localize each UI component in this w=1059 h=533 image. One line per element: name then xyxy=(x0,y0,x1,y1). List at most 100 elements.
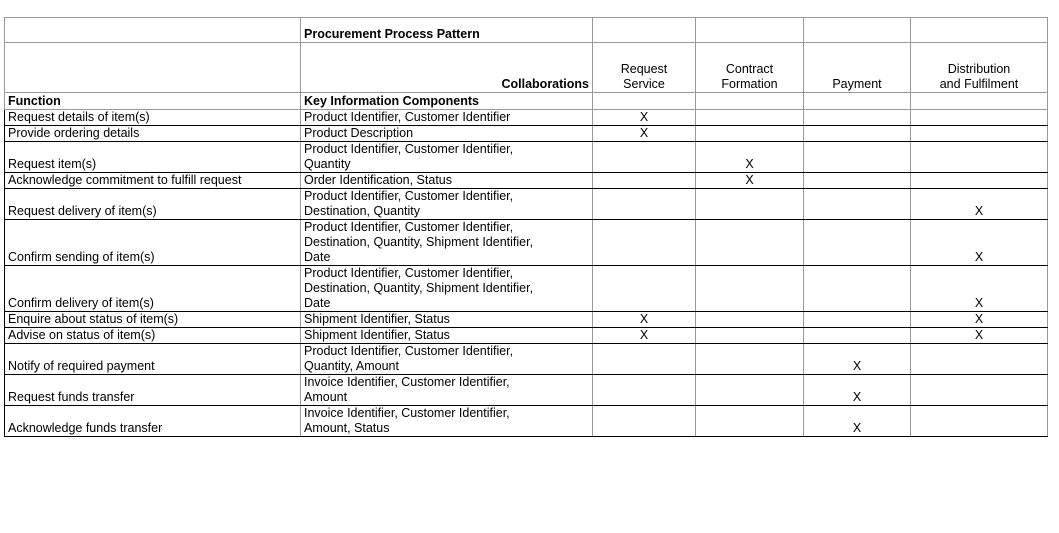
components-line: Product Identifier, Customer Identifier, xyxy=(304,220,514,235)
table-row: Request funds transfer Invoice Identifier… xyxy=(4,374,1048,406)
table-row: Request details of item(s) Product Identi… xyxy=(4,109,1048,126)
components-cell: Shipment Identifier, Status xyxy=(300,327,593,344)
mark-cell-request_service xyxy=(592,374,696,406)
components-line: Invoice Identifier, Customer Identifier, xyxy=(304,375,510,390)
mark-cell-distribution xyxy=(910,374,1048,406)
mark-cell-distribution xyxy=(910,125,1048,142)
components-line: Date xyxy=(304,250,331,264)
function-cell: Request item(s) xyxy=(4,141,301,173)
column-header-line: Formation xyxy=(721,77,778,91)
table-row: Request item(s) Product Identifier, Custo… xyxy=(4,141,1048,173)
mark-cell-distribution: X xyxy=(910,219,1048,266)
spreadsheet: Procurement Process Pattern Collaboratio… xyxy=(0,0,1059,533)
column-header-request_service: Request Service xyxy=(592,42,696,93)
table-row: Confirm sending of item(s) Product Identi… xyxy=(4,219,1048,266)
mark-cell-payment: X xyxy=(803,343,911,375)
table-row: Request delivery of item(s) Product Ident… xyxy=(4,188,1048,220)
function-cell: Provide ordering details xyxy=(4,125,301,142)
function-cell: Notify of required payment xyxy=(4,343,301,375)
mark-cell-request_service xyxy=(592,343,696,375)
components-cell: Invoice Identifier, Customer Identifier,… xyxy=(300,374,593,406)
blank-cell xyxy=(695,92,804,110)
mark-cell-contract_formation xyxy=(695,374,804,406)
components-cell: Product Identifier, Customer Identifier xyxy=(300,109,593,126)
mark-cell-payment xyxy=(803,219,911,266)
components-cell: Product Identifier, Customer Identifier,… xyxy=(300,265,593,312)
blank-cell xyxy=(4,42,301,93)
mark-cell-contract_formation xyxy=(695,219,804,266)
mark-cell-contract_formation: X xyxy=(695,172,804,189)
table-row: Notify of required payment Product Identi… xyxy=(4,343,1048,375)
mark-cell-contract_formation xyxy=(695,405,804,437)
mark-cell-contract_formation xyxy=(695,109,804,126)
components-line: Product Identifier, Customer Identifier, xyxy=(304,344,514,359)
components-cell: Product Description xyxy=(300,125,593,142)
components-line: Amount xyxy=(304,390,348,404)
collaborations-label: Collaborations xyxy=(300,42,593,93)
components-line: Destination, Quantity, Shipment Identifi… xyxy=(304,281,534,295)
mark-cell-request_service xyxy=(592,141,696,173)
column-header-payment: Payment xyxy=(803,42,911,93)
blank-cell xyxy=(803,92,911,110)
components-line: Date xyxy=(304,296,331,310)
mark-cell-request_service xyxy=(592,405,696,437)
components-line: Product Identifier, Customer Identifier, xyxy=(304,142,514,157)
column-header-line: Distribution xyxy=(947,62,1011,76)
components-cell: Shipment Identifier, Status xyxy=(300,311,593,328)
components-cell: Product Identifier, Customer Identifier,… xyxy=(300,141,593,173)
mark-cell-payment xyxy=(803,265,911,312)
table-row: Acknowledge commitment to fulfill reques… xyxy=(4,172,1048,189)
components-cell: Order Identification, Status xyxy=(300,172,593,189)
components-line: Destination, Quantity xyxy=(304,204,421,218)
components-line: Product Identifier, Customer Identifier, xyxy=(304,266,514,281)
column-header-line: Request xyxy=(620,62,668,76)
function-cell: Advise on status of item(s) xyxy=(4,327,301,344)
mark-cell-contract_formation xyxy=(695,265,804,312)
function-cell: Request delivery of item(s) xyxy=(4,188,301,220)
blank-cell xyxy=(910,17,1048,43)
components-line: Product Description xyxy=(304,126,414,141)
blank-cell xyxy=(592,92,696,110)
column-header-line: Contract xyxy=(725,62,774,76)
mark-cell-request_service: X xyxy=(592,327,696,344)
function-cell: Request details of item(s) xyxy=(4,109,301,126)
table-row: Enquire about status of item(s) Shipment … xyxy=(4,311,1048,328)
components-line: Product Identifier, Customer Identifier xyxy=(304,110,511,125)
mark-cell-request_service xyxy=(592,219,696,266)
mark-cell-payment xyxy=(803,172,911,189)
function-cell: Enquire about status of item(s) xyxy=(4,311,301,328)
mark-cell-request_service: X xyxy=(592,311,696,328)
mark-cell-request_service xyxy=(592,172,696,189)
blank-cell xyxy=(695,17,804,43)
components-header: Key Information Components xyxy=(300,92,593,110)
components-line: Product Identifier, Customer Identifier, xyxy=(304,189,514,204)
mark-cell-request_service: X xyxy=(592,125,696,142)
components-line: Quantity xyxy=(304,157,351,171)
mark-cell-distribution: X xyxy=(910,311,1048,328)
mark-cell-request_service xyxy=(592,265,696,312)
components-cell: Product Identifier, Customer Identifier,… xyxy=(300,219,593,266)
blank-cell xyxy=(4,17,301,43)
column-header-contract_formation: Contract Formation xyxy=(695,42,804,93)
mark-cell-distribution xyxy=(910,109,1048,126)
mark-cell-contract_formation xyxy=(695,327,804,344)
procurement-table: Procurement Process Pattern Collaboratio… xyxy=(4,17,1048,437)
components-line: Shipment Identifier, Status xyxy=(304,328,450,343)
mark-cell-contract_formation xyxy=(695,125,804,142)
mark-cell-payment xyxy=(803,327,911,344)
components-cell: Product Identifier, Customer Identifier,… xyxy=(300,188,593,220)
page-title: Procurement Process Pattern xyxy=(300,17,593,43)
components-cell: Invoice Identifier, Customer Identifier,… xyxy=(300,405,593,437)
table-row: Acknowledge funds transfer Invoice Identi… xyxy=(4,405,1048,437)
mark-cell-payment xyxy=(803,125,911,142)
mark-cell-contract_formation xyxy=(695,311,804,328)
column-header-line xyxy=(807,62,907,77)
mark-cell-request_service xyxy=(592,188,696,220)
column-header-line: and Fulfilment xyxy=(939,77,1019,91)
function-cell: Confirm delivery of item(s) xyxy=(4,265,301,312)
function-cell: Confirm sending of item(s) xyxy=(4,219,301,266)
column-header-line: Payment xyxy=(832,77,882,91)
mark-cell-distribution xyxy=(910,141,1048,173)
components-cell: Product Identifier, Customer Identifier,… xyxy=(300,343,593,375)
mark-cell-payment xyxy=(803,311,911,328)
